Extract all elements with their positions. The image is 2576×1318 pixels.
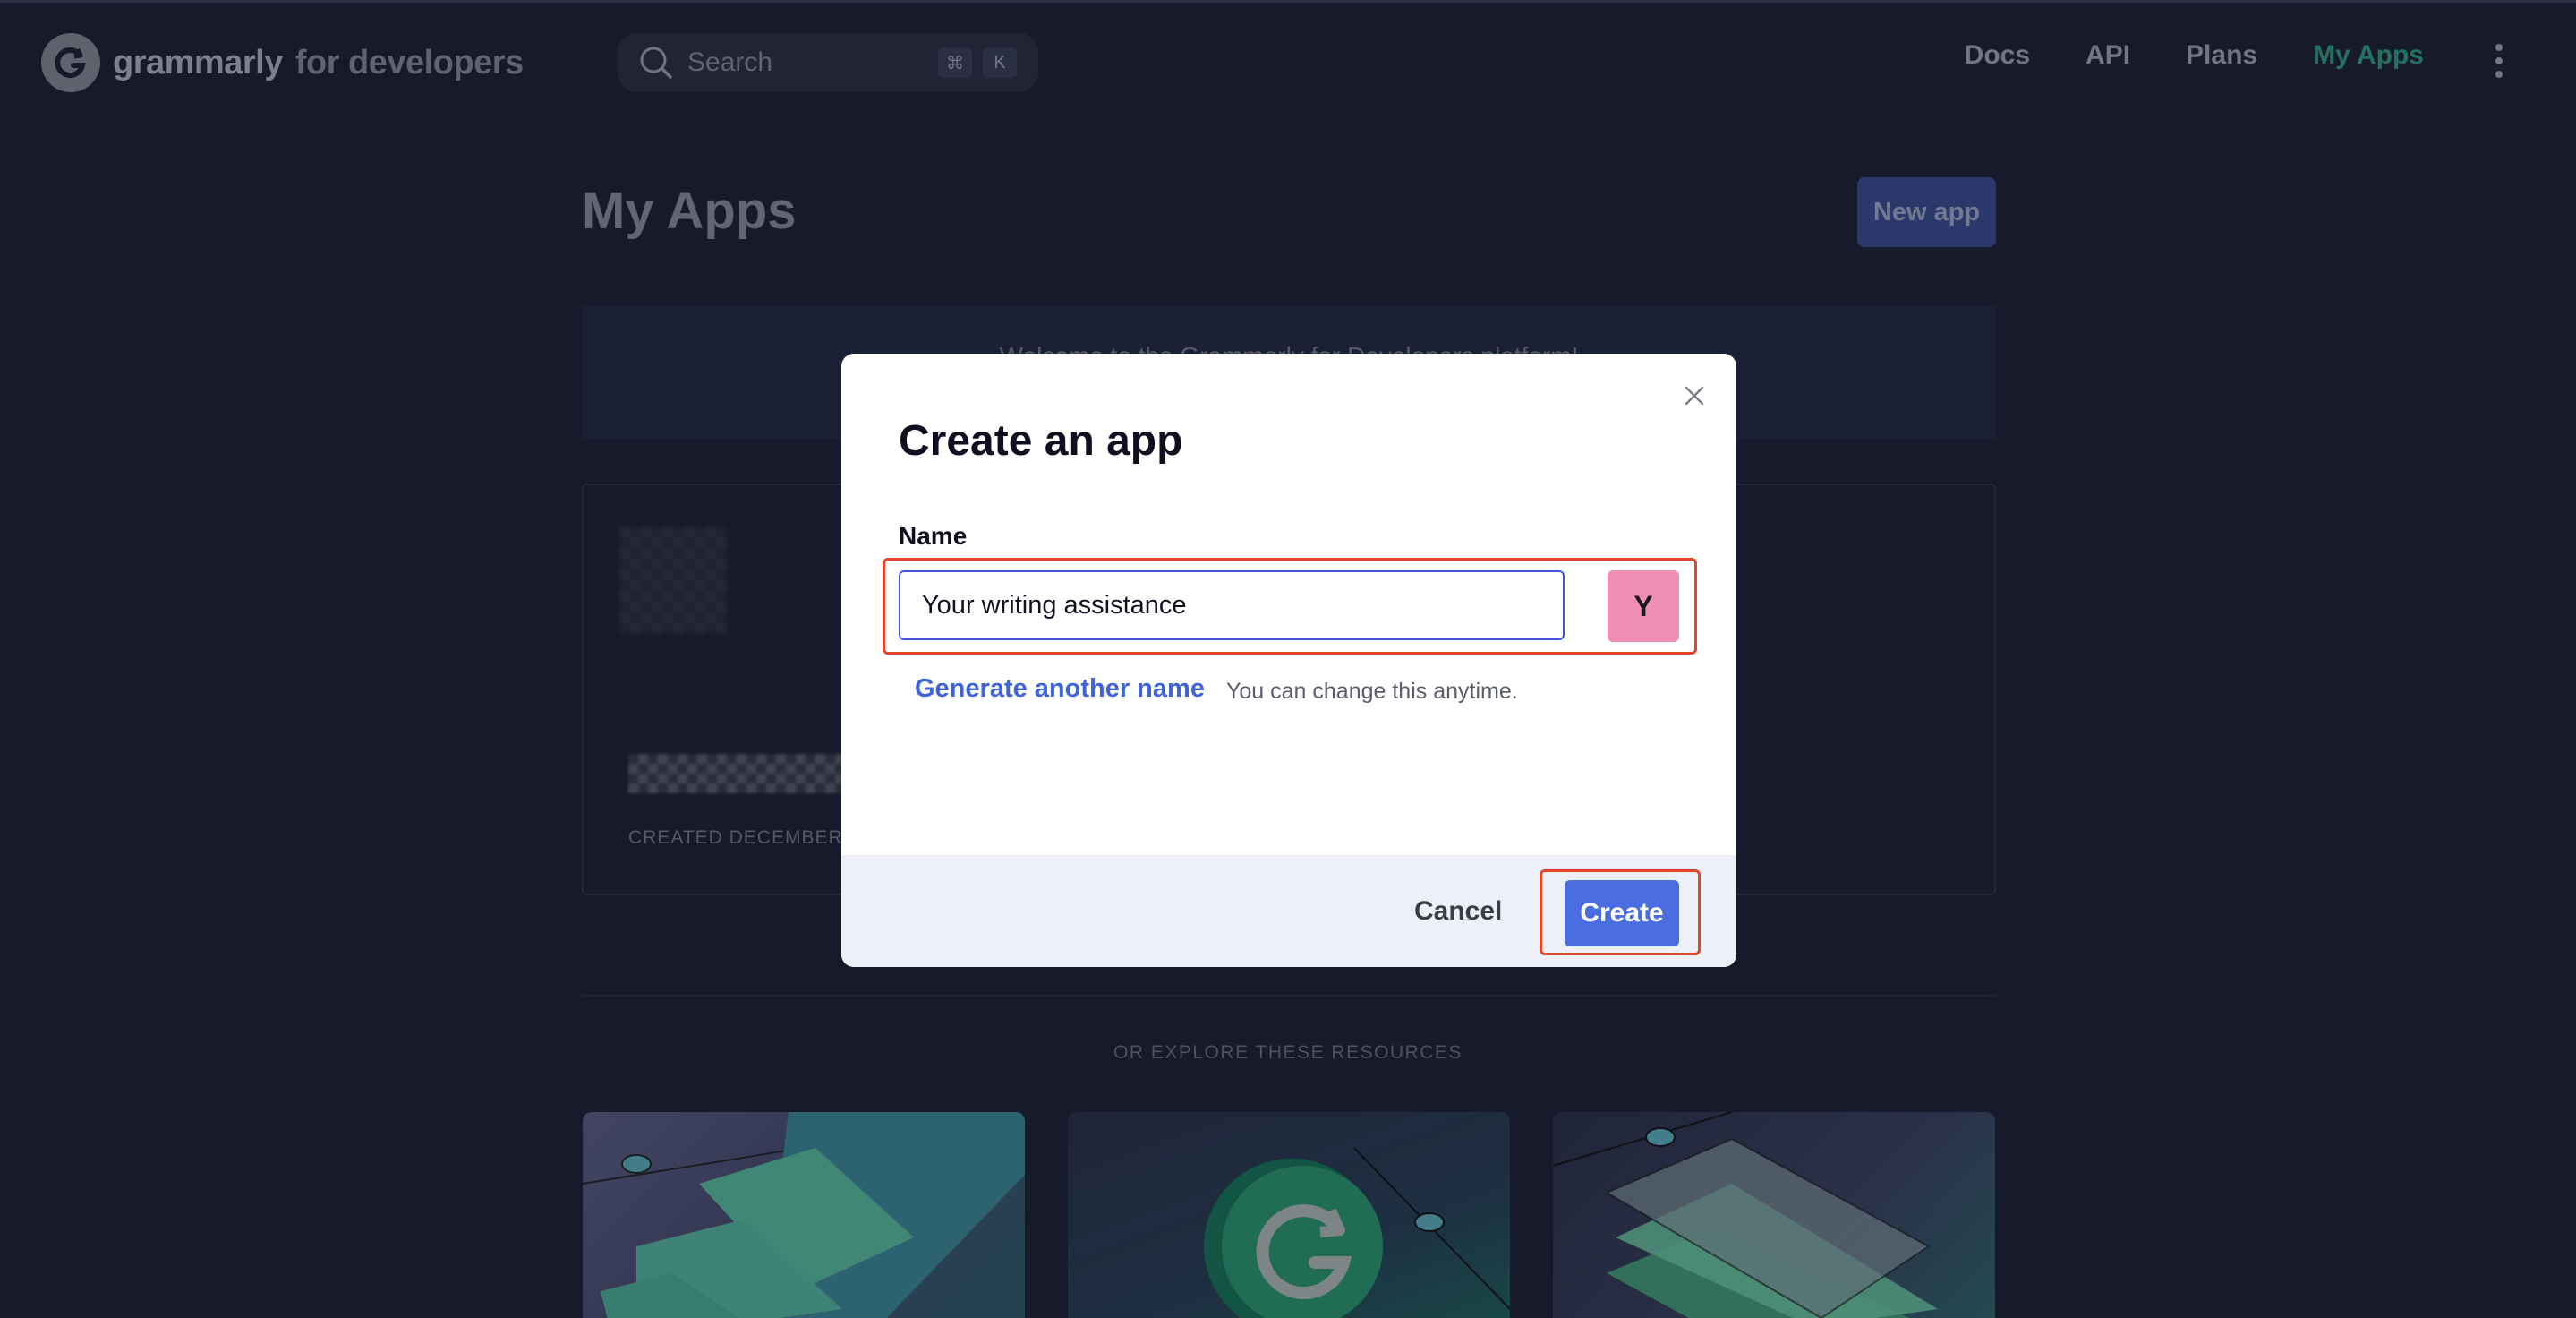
app-name-input[interactable]	[899, 570, 1565, 640]
create-button[interactable]: Create	[1565, 880, 1679, 946]
dialog-title: Create an app	[899, 417, 1183, 465]
close-icon[interactable]	[1683, 384, 1706, 407]
cancel-button[interactable]: Cancel	[1414, 896, 1502, 927]
create-app-dialog: Create an app Name Y Generate another na…	[841, 354, 1736, 967]
generate-name-link[interactable]: Generate another name	[915, 674, 1205, 704]
dialog-footer: Cancel Create	[841, 855, 1736, 967]
app-avatar-preview[interactable]: Y	[1608, 570, 1679, 642]
name-field-label: Name	[899, 522, 968, 550]
name-hint: You can change this anytime.	[1226, 679, 1518, 704]
